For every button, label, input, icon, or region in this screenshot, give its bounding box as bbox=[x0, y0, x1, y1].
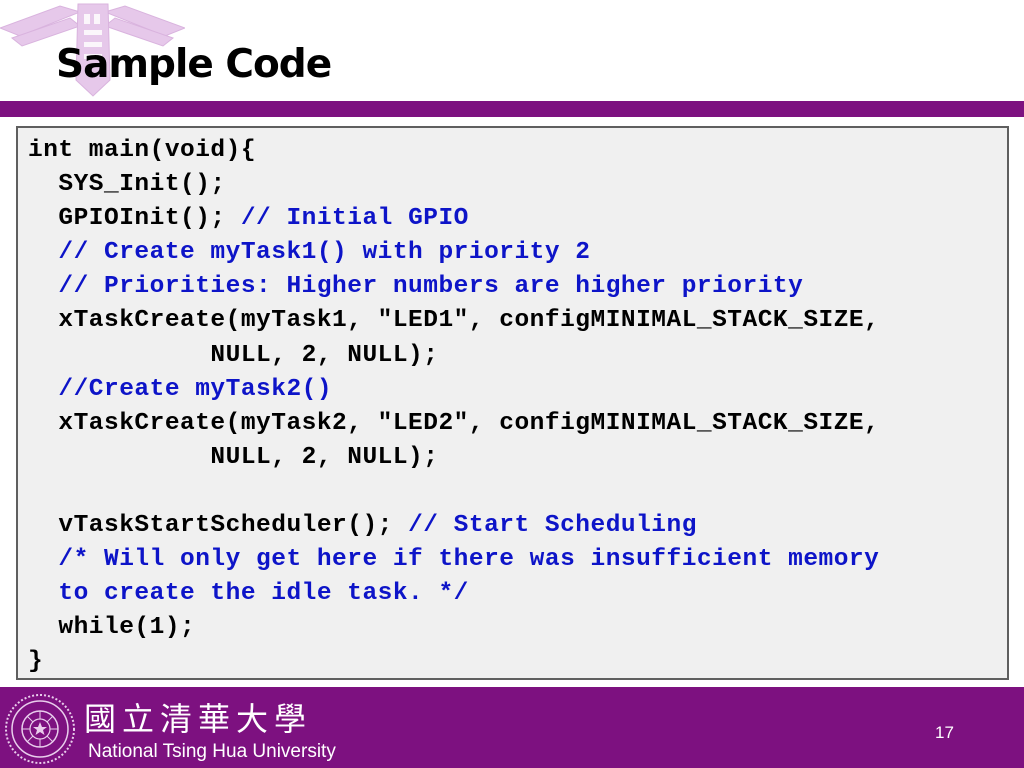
code-line: NULL, 2, NULL); bbox=[28, 444, 438, 471]
code-text: int main(void){ bbox=[28, 137, 257, 164]
footer-bar: 國立清華大學 National Tsing Hua University 17 bbox=[0, 687, 1024, 768]
code-listing: int main(void){ SYS_Init(); GPIOInit(); … bbox=[28, 134, 879, 680]
code-text: while(1); bbox=[28, 614, 196, 642]
code-text: xTaskCreate(myTask1, "LED1", configMINIM… bbox=[28, 307, 880, 335]
code-comment: /* Will only get here if there was insuf… bbox=[28, 546, 880, 574]
code-block: int main(void){ SYS_Init(); GPIOInit(); … bbox=[16, 126, 1009, 680]
code-text: SYS_Init(); bbox=[28, 171, 226, 199]
code-line: while(1); bbox=[28, 614, 195, 641]
code-line: to create the idle task. */ bbox=[28, 580, 469, 607]
code-comment: // Priorities: Higher numbers are higher… bbox=[28, 273, 804, 301]
page-number: 17 bbox=[935, 723, 954, 742]
code-text: NULL, 2, NULL); bbox=[28, 443, 439, 471]
code-line: GPIOInit(); // Initial GPIO bbox=[28, 205, 469, 232]
header-divider-bar bbox=[0, 101, 1024, 117]
code-line: /* Will only get here if there was insuf… bbox=[28, 546, 879, 573]
code-line: vTaskStartScheduler(); // Start Scheduli… bbox=[28, 512, 697, 539]
code-line: } bbox=[28, 648, 43, 675]
code-text: NULL, 2, NULL); bbox=[28, 341, 439, 369]
code-comment: // Start Scheduling bbox=[408, 512, 697, 540]
code-comment: //Create myTask2() bbox=[28, 375, 333, 403]
code-line: // Priorities: Higher numbers are higher… bbox=[28, 273, 803, 300]
code-line: NULL, 2, NULL); bbox=[28, 342, 438, 369]
university-seal-icon bbox=[5, 694, 75, 764]
code-line: //Create myTask2() bbox=[28, 376, 332, 403]
slide-title: Sample Code bbox=[56, 42, 332, 87]
code-text: vTaskStartScheduler(); bbox=[28, 512, 409, 540]
code-line: int main(void){ bbox=[28, 137, 256, 164]
code-line: xTaskCreate(myTask1, "LED1", configMINIM… bbox=[28, 307, 879, 334]
code-text: xTaskCreate(myTask2, "LED2", configMINIM… bbox=[28, 409, 880, 437]
code-line: SYS_Init(); bbox=[28, 171, 226, 198]
code-comment: to create the idle task. */ bbox=[28, 580, 469, 608]
university-name-chinese: 國立清華大學 bbox=[84, 700, 313, 738]
code-line: // Create myTask1() with priority 2 bbox=[28, 239, 591, 266]
code-comment: // Initial GPIO bbox=[240, 205, 469, 233]
code-line: xTaskCreate(myTask2, "LED2", configMINIM… bbox=[28, 410, 879, 437]
code-text: } bbox=[28, 648, 44, 676]
code-text: GPIOInit(); bbox=[28, 205, 241, 233]
code-comment: // Create myTask1() with priority 2 bbox=[28, 239, 591, 267]
university-name-english: National Tsing Hua University bbox=[88, 741, 336, 762]
